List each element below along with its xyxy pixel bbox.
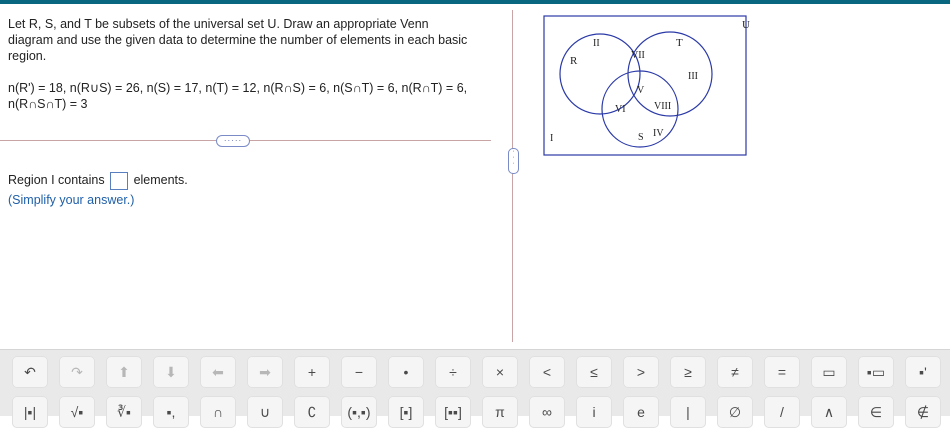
minus-button[interactable]: − xyxy=(341,356,377,388)
prompt-line-3: region. xyxy=(8,49,47,63)
imaginary-button[interactable]: i xyxy=(576,396,612,428)
region-iii-label: III xyxy=(688,71,698,82)
redo-button[interactable]: ↷ xyxy=(59,356,95,388)
dot-button[interactable]: • xyxy=(388,356,424,388)
set-t-label: T xyxy=(676,37,683,49)
answer-hint: (Simplify your answer.) xyxy=(8,193,135,207)
not-equal-button[interactable]: ≠ xyxy=(717,356,753,388)
exponent-button[interactable]: ▪' xyxy=(905,356,941,388)
pane-resize-handle[interactable]: · · · xyxy=(508,148,519,174)
matrix-large-button[interactable]: [▪▪] xyxy=(435,396,471,428)
fraction-button[interactable]: ▭ xyxy=(811,356,847,388)
up-arrow-button[interactable]: ⬆ xyxy=(106,356,142,388)
answer-suffix: elements. xyxy=(133,173,188,187)
undo-button[interactable]: ↶ xyxy=(12,356,48,388)
region-vii-label: VII xyxy=(631,50,645,61)
right-arrow-button[interactable]: ➡ xyxy=(247,356,283,388)
intersection-button[interactable]: ∩ xyxy=(200,396,236,428)
less-equal-button[interactable]: ≤ xyxy=(576,356,612,388)
sqrt-button[interactable]: √▪ xyxy=(59,396,95,428)
greater-than-button[interactable]: > xyxy=(623,356,659,388)
region-vi-label: VI xyxy=(615,104,626,115)
venn-diagram: U R T S I II III IV V VI VII VIII xyxy=(543,15,750,156)
question-text: Let R, S, and T be subsets of the univer… xyxy=(8,16,498,64)
set-r-label: R xyxy=(570,55,578,67)
element-of-button[interactable]: ∈ xyxy=(858,396,894,428)
divide-button[interactable]: ÷ xyxy=(435,356,471,388)
not-element-button[interactable]: ∉ xyxy=(905,396,941,428)
mixed-number-button[interactable]: ▪▭ xyxy=(858,356,894,388)
infinity-button[interactable]: ∞ xyxy=(529,396,565,428)
nth-root-button[interactable]: ∛▪ xyxy=(106,396,142,428)
down-arrow-button[interactable]: ⬇ xyxy=(153,356,189,388)
region-iv-label: IV xyxy=(653,128,664,139)
given-data-line-1: n(R') = 18, n(R∪S) = 26, n(S) = 17, n(T)… xyxy=(8,81,468,95)
abs-button[interactable]: |▪| xyxy=(12,396,48,428)
top-accent-bar xyxy=(0,0,950,4)
greater-equal-button[interactable]: ≥ xyxy=(670,356,706,388)
answer-row: Region I contains elements. xyxy=(8,170,188,190)
empty-set-button[interactable]: ∅ xyxy=(717,396,753,428)
prompt-line-1: Let R, S, and T be subsets of the univer… xyxy=(8,17,429,31)
left-arrow-button[interactable]: ⬅ xyxy=(200,356,236,388)
bar-button[interactable]: | xyxy=(670,396,706,428)
region-viii-label: VIII xyxy=(654,101,671,112)
given-data-line-2: n(R∩S∩T) = 3 xyxy=(8,97,88,111)
interval-button[interactable]: (▪,▪) xyxy=(341,396,377,428)
times-button[interactable]: × xyxy=(482,356,518,388)
matrix-button[interactable]: [▪] xyxy=(388,396,424,428)
region-v-label: V xyxy=(637,85,645,96)
prompt-line-2: diagram and use the given data to determ… xyxy=(8,33,468,47)
answer-prefix: Region I contains xyxy=(8,173,105,187)
subscript-button[interactable]: ▪, xyxy=(153,396,189,428)
pane-divider xyxy=(512,10,513,342)
complement-button[interactable]: ∁ xyxy=(294,396,330,428)
union-button[interactable]: ∪ xyxy=(247,396,283,428)
universe-label: U xyxy=(742,19,750,31)
plus-button[interactable]: + xyxy=(294,356,330,388)
universe-rectangle xyxy=(543,15,747,156)
less-than-button[interactable]: < xyxy=(529,356,565,388)
given-data: n(R') = 18, n(R∪S) = 26, n(S) = 17, n(T)… xyxy=(8,80,498,112)
pi-button[interactable]: π xyxy=(482,396,518,428)
show-more-button[interactable]: ····· xyxy=(216,135,250,147)
equals-button[interactable]: = xyxy=(764,356,800,388)
region-ii-label: II xyxy=(593,38,600,49)
and-button[interactable]: ∧ xyxy=(811,396,847,428)
region-i-label: I xyxy=(550,133,553,144)
slash-button[interactable]: / xyxy=(764,396,800,428)
set-s-label: S xyxy=(638,132,644,143)
euler-button[interactable]: e xyxy=(623,396,659,428)
math-palette: ↶ ↷ ⬆ ⬇ ⬅ ➡ + − • ÷ × < ≤ > ≥ ≠ = ▭ ▪▭ ▪' |▪| √▪ ∛▪ ▪, ∩ ∪ ∁ (▪,▪) [… xyxy=(0,349,950,428)
answer-input[interactable] xyxy=(110,171,129,190)
